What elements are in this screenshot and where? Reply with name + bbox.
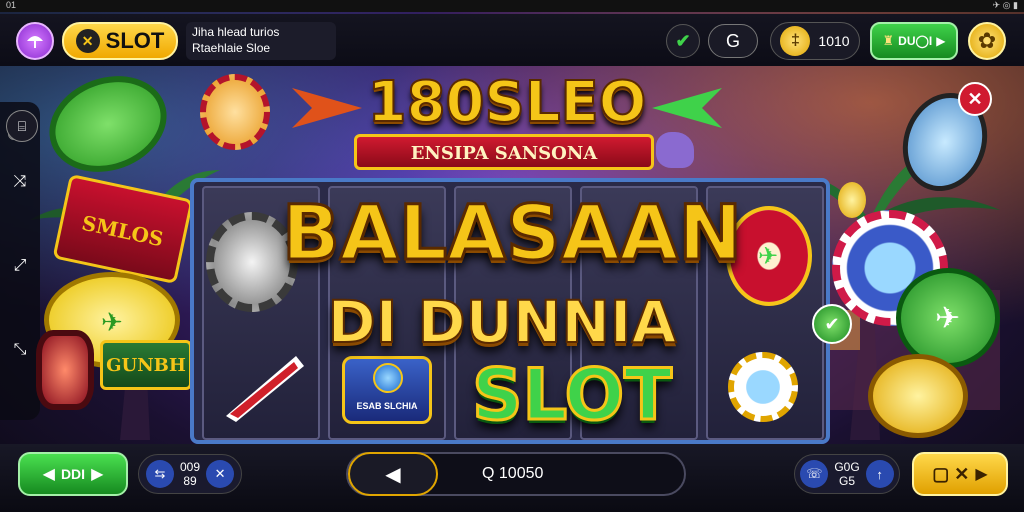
logo-title: 180SLEO [367, 69, 648, 136]
phone-icon[interactable]: ☏ [800, 460, 829, 488]
swap-icon: ⇆ [145, 460, 174, 488]
close-button[interactable]: ✕ [958, 82, 992, 116]
share-icon: ⤢ [13, 257, 27, 274]
balance-display: ‡ 1010 [770, 22, 860, 60]
back-button[interactable]: ◀ DDI ▶ [18, 452, 128, 496]
right-stat-bottom: G5 [838, 474, 855, 488]
side-menu: ⌸ ⤨ ⤢ ⤡ [0, 102, 40, 420]
side-item-shuffle[interactable]: ⤨ [8, 170, 32, 194]
title-plate: Jiha hlead turios Rtaehlaie Sloe [186, 22, 336, 60]
brand-label: SLOT [105, 28, 165, 53]
top-bar: ✕ SLOT Jiha hlead turios Rtaehlaie Sloe … [0, 14, 1024, 66]
right-wing-icon [652, 88, 722, 128]
spin-button[interactable]: ▢ ✕ ▶ [912, 452, 1008, 496]
gold-coin [868, 354, 968, 438]
fish-icon: ✈ [101, 307, 123, 337]
badge-text: ESAB SLCHIA [356, 401, 418, 411]
gem-icon [373, 363, 403, 393]
check-icon: ✔ [675, 30, 691, 51]
left-stat-bottom: 89 [183, 474, 197, 488]
headline-line-1: BALASAAN [281, 187, 744, 279]
spin-label: ▢ ✕ [932, 463, 970, 484]
logo-banner-text: ENSIPA SANSONA [410, 143, 598, 164]
sign-top-text: SMLOS [79, 210, 166, 252]
green-chip-right: ✈ [896, 268, 1000, 368]
headline-line-3: SLOT [471, 353, 674, 438]
action-label: DU◯I [898, 34, 933, 48]
search-value: Q 10050 [482, 465, 544, 482]
refresh-button[interactable]: G [708, 24, 758, 58]
status-time: 01 [6, 0, 17, 10]
badge-symbol: ESAB SLCHIA [342, 356, 432, 424]
close-icon: ✕ [967, 88, 983, 109]
side-top-button[interactable]: ⌸ [6, 110, 38, 142]
dragon-figure [656, 132, 694, 168]
status-icons: ✈ ◎ ▮ [992, 0, 1018, 10]
subtitle-line-2: Rtaehlaie Sloe [192, 41, 271, 55]
coin-icon: ‡ [780, 26, 811, 56]
logo-banner: ENSIPA SANSONA [354, 134, 654, 170]
side-item-link[interactable]: ⤡ [8, 338, 32, 362]
cards-symbol [226, 356, 304, 422]
expand-icon[interactable]: ✕ [206, 460, 235, 488]
subtitle-line-1: Jiha hlead turios [192, 25, 280, 39]
slot-logo-icon: ✕ [75, 29, 100, 53]
small-coin [838, 182, 866, 218]
side-item-share[interactable]: ⤢ [8, 254, 32, 278]
up-arrow-icon[interactable]: ↑ [865, 460, 894, 488]
right-stat-top: G0G [834, 460, 860, 474]
headline-line-2: DI DUNNIA [327, 287, 678, 357]
verify-button[interactable]: ✔ [666, 24, 700, 58]
caret-left-icon: ◀ [385, 463, 401, 486]
arrow-left-icon: ◀ [42, 466, 55, 483]
left-stat-top: 009 [179, 460, 201, 474]
fish-icon: ✈ [935, 302, 961, 335]
home-button[interactable] [16, 22, 54, 60]
play-icon: ▶ [936, 34, 946, 48]
game-screen: 01 ✈ ◎ ▮ ✕ SLOT Jiha hlead turios Rtaehl… [0, 0, 1024, 512]
shuffle-icon: ⤨ [13, 173, 27, 190]
bottom-bar: ◀ DDI ▶ ⇆ 009 89 ✕ ◀ Q 10050 ☏ G0G G5 ↑ [0, 444, 1024, 512]
sign-bottom-text: GUNBH [106, 355, 186, 376]
slot-brand-button[interactable]: ✕ SLOT [62, 22, 178, 60]
blue-chip-symbol [728, 352, 798, 422]
prev-button[interactable]: ◀ [348, 452, 438, 496]
slot-sign-bottom: GUNBH [100, 340, 192, 390]
menu-icon: ⌸ [17, 117, 27, 134]
refresh-icon: G [725, 30, 740, 51]
red-chip [200, 74, 270, 150]
status-bar: 01 ✈ ◎ ▮ [0, 0, 1024, 12]
game-logo: 180SLEO ENSIPA SANSONA [292, 69, 722, 174]
gift-icon: ♜ [882, 33, 895, 48]
search-bar[interactable]: ◀ Q 10050 [346, 452, 686, 496]
right-stats: ☏ G0G G5 ↑ [794, 454, 900, 494]
umbrella-icon [27, 36, 43, 48]
green-token: ✔ [812, 304, 852, 344]
settings-button[interactable]: ✿ [968, 22, 1006, 60]
action-button[interactable]: ♜ DU◯I ▶ [870, 22, 958, 60]
balance-value: 1010 [818, 33, 850, 49]
red-cup [36, 330, 94, 410]
link-icon: ⤡ [13, 341, 27, 358]
gear-icon: ✿ [977, 28, 997, 53]
arrow-right-icon: ▶ [91, 466, 104, 483]
arrow-right-icon: ▶ [975, 466, 988, 483]
check-icon: ✔ [824, 313, 840, 334]
back-label: DDI [60, 466, 86, 482]
left-stats: ⇆ 009 89 ✕ [138, 454, 242, 494]
